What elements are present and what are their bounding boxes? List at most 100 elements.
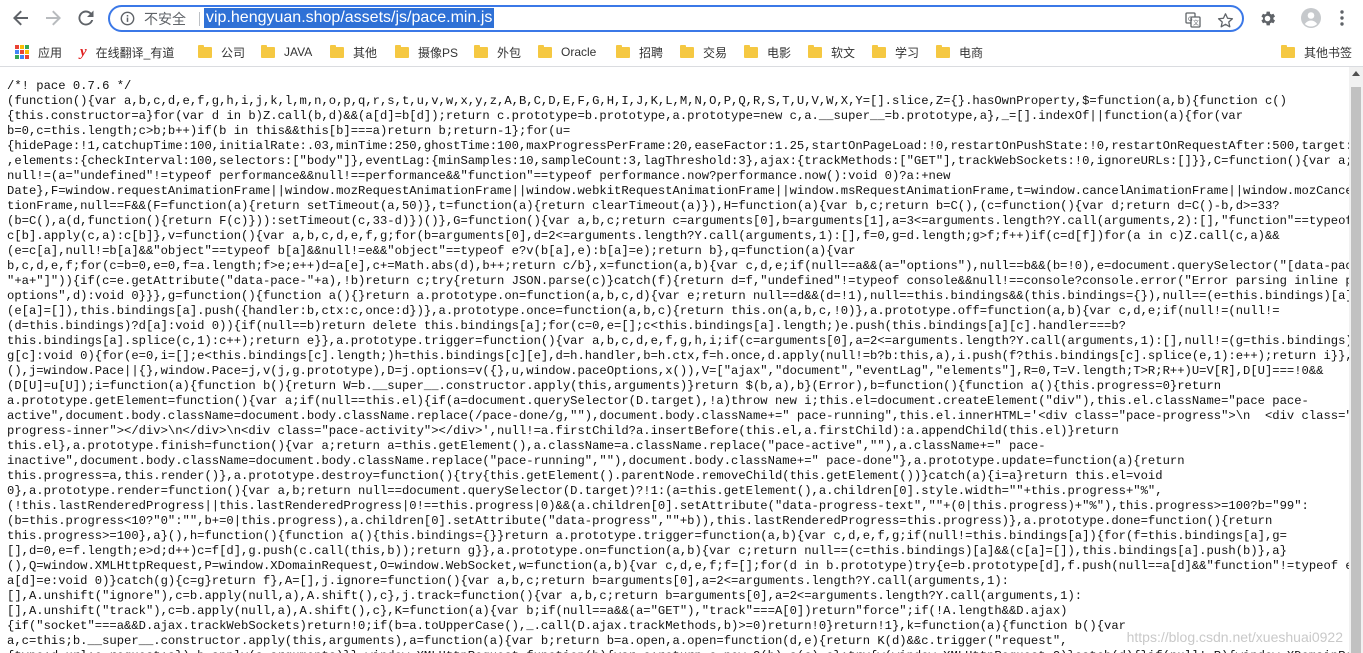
translate-icon[interactable]: G文 xyxy=(1184,11,1202,29)
bookmark-folder-other[interactable]: 其他 xyxy=(330,43,377,61)
bookmark-folder-outsource[interactable]: 外包 xyxy=(474,43,521,61)
bookmark-label: 其他 xyxy=(353,45,378,60)
code-line: b=0,c=this.length;c>b;b++)if(b in this&&… xyxy=(7,124,571,138)
bookmark-folder-ecommerce[interactable]: 电商 xyxy=(936,43,983,61)
bookmark-label: 摄像PS xyxy=(418,45,459,60)
code-line: /*! pace 0.7.6 */ xyxy=(7,79,132,93)
apps-grid-icon xyxy=(15,45,29,59)
folder-icon xyxy=(744,44,758,58)
forward-button[interactable] xyxy=(41,6,65,30)
folder-icon xyxy=(1281,44,1295,58)
code-line: (!this.lastRenderedProgress||this.lastRe… xyxy=(7,499,1309,513)
code-line: this.progress>=100},a}(),h=function(){fu… xyxy=(7,529,1287,543)
bookmark-star-icon[interactable] xyxy=(1216,11,1234,29)
code-line: (d=this.bindings)?d[a]:void 0)){if(null=… xyxy=(7,319,1126,333)
code-line: {this.constructor=a}for(var d in b)Z.cal… xyxy=(7,109,1244,123)
arrow-right-icon xyxy=(46,10,61,26)
code-line: {type:d,url:e,request:a}),b.apply(a,argu… xyxy=(7,649,1349,653)
address-bar[interactable]: 不安全 vip.hengyuan.shop/assets/js/pace.min… xyxy=(108,5,1244,32)
code-line: Date},F=window.requestAnimationFrame||wi… xyxy=(7,184,1349,198)
bookmark-folder-company[interactable]: 公司 xyxy=(198,43,245,61)
security-status-label[interactable]: 不安全 xyxy=(144,11,186,27)
code-line: {hidePage:!1,catchupTime:100,initialRate… xyxy=(7,139,1349,153)
code-line: this.el},a.prototype.finish=function(){v… xyxy=(7,439,1046,453)
code-line: null!=(a="undefined"!=typeof performance… xyxy=(7,169,951,183)
code-line: this.bindings[a].splice(c,1):c++);return… xyxy=(7,334,1349,348)
bookmark-apps[interactable]: 应用 xyxy=(15,43,62,61)
folder-icon xyxy=(330,44,344,58)
vertical-scrollbar[interactable] xyxy=(1349,67,1363,653)
back-button[interactable] xyxy=(9,6,33,30)
scroll-up-arrow-icon[interactable] xyxy=(1352,71,1360,76)
code-line: (e=c[a],null!=b[a]&&"object"==typeof b[a… xyxy=(7,244,856,258)
bookmark-label: 交易 xyxy=(703,45,728,60)
bookmark-folder-jobs[interactable]: 招聘 xyxy=(616,43,663,61)
bookmark-folder-oracle[interactable]: Oracle xyxy=(538,43,596,61)
code-line: active",document.body.className=document… xyxy=(7,409,1349,423)
code-line: inactive",document.body.className=docume… xyxy=(7,454,1185,468)
folder-icon xyxy=(395,44,409,58)
folder-icon xyxy=(616,44,630,58)
code-line: this.progress=a,this.render()},a.prototy… xyxy=(7,469,1163,483)
bookmark-folder-articles[interactable]: 软文 xyxy=(808,43,855,61)
more-vertical-icon xyxy=(1340,10,1344,26)
avatar-icon xyxy=(1301,8,1321,28)
arrow-left-icon xyxy=(13,10,28,26)
code-line: {if("socket"===a&&D.ajax.trackWebSockets… xyxy=(7,619,1126,633)
code-line: a,c=this;b.__super__.constructor.apply(t… xyxy=(7,634,1068,648)
code-line: 0},a.prototype.render=function(){var a,b… xyxy=(7,484,1163,498)
bookmark-folder-trade[interactable]: 交易 xyxy=(680,43,727,61)
folder-icon xyxy=(808,44,822,58)
gear-icon xyxy=(1260,11,1275,25)
other-bookmarks[interactable]: 其他书签 xyxy=(1281,43,1352,61)
svg-text:文: 文 xyxy=(1193,19,1199,27)
info-icon[interactable] xyxy=(120,11,135,26)
browser-toolbar: 不安全 vip.hengyuan.shop/assets/js/pace.min… xyxy=(0,0,1363,38)
folder-icon xyxy=(261,44,275,58)
bookmarks-bar: 应用 y 在线翻译_有道 公司 JAVA 其他 摄像PS 外包 Oracle 招… xyxy=(0,37,1363,67)
code-line: (),j=window.Pace||{},window.Pace=j,v(j,g… xyxy=(7,364,1324,378)
reload-icon xyxy=(78,10,94,26)
bookmark-label: 应用 xyxy=(38,45,63,60)
folder-icon xyxy=(680,44,694,58)
bookmark-folder-photo[interactable]: 摄像PS xyxy=(395,43,458,61)
url-text[interactable]: vip.hengyuan.shop/assets/js/pace.min.js xyxy=(204,8,495,28)
code-line: a[d]=e:void 0)}catch(g){c=g}return f},A=… xyxy=(7,574,1009,588)
code-line: [],A.unshift("track"),c=b.apply(null,a),… xyxy=(7,604,1068,618)
bookmark-folder-java[interactable]: JAVA xyxy=(261,43,312,61)
code-line: b,c,d,e,f;for(c=b=0,e=0,f=a.length;f>e;e… xyxy=(7,259,1349,273)
code-line: [],A.unshift("ignore"),c=b.apply(null,a)… xyxy=(7,589,1083,603)
reload-button[interactable] xyxy=(74,6,98,30)
menu-button[interactable] xyxy=(1332,8,1352,28)
code-line: (function(){var a,b,c,d,e,f,g,h,i,j,k,l,… xyxy=(7,94,1287,108)
scrollbar-thumb[interactable] xyxy=(1351,87,1361,653)
bookmark-folder-study[interactable]: 学习 xyxy=(872,43,919,61)
folder-icon xyxy=(872,44,886,58)
source-code: /*! pace 0.7.6 */ (function(){var a,b,c,… xyxy=(7,79,1349,653)
folder-icon xyxy=(198,44,212,58)
code-line: (),Q=window.XMLHttpRequest,P=window.XDom… xyxy=(7,559,1349,573)
folder-icon xyxy=(474,44,488,58)
bookmark-label: 在线翻译_有道 xyxy=(95,45,175,60)
code-line: g[c]:void 0){for(e=0,i=[];e<this.binding… xyxy=(7,349,1349,363)
youdao-logo-icon: y xyxy=(80,43,87,60)
extension-button[interactable] xyxy=(1257,8,1277,28)
code-line: progress-inner"></div>\n</div>\n<div cla… xyxy=(7,424,1119,438)
omnibox-divider xyxy=(199,12,200,26)
code-line: tionFrame,null==F&&(F=function(a){return… xyxy=(7,199,1280,213)
bookmark-youdao[interactable]: y 在线翻译_有道 xyxy=(80,43,174,61)
bookmark-label: 公司 xyxy=(221,45,246,60)
bookmark-label: 外包 xyxy=(497,45,522,60)
code-line: (b=C(),a(d,function(){return F(c)})):set… xyxy=(7,214,1349,228)
bookmark-label: 电商 xyxy=(959,45,984,60)
code-line: options",d):void 0}}},g=function(){funct… xyxy=(7,289,1349,303)
code-line: "+a+"]")){if(c=e.getAttribute("data-pace… xyxy=(7,274,1349,288)
profile-button[interactable] xyxy=(1301,8,1321,28)
code-line: [],d=0,e=f.length;e>d;d++)c=f[d],g.push(… xyxy=(7,544,1287,558)
code-line: (e[a]=[]),this.bindings[a].push({handler… xyxy=(7,304,1280,318)
bookmark-folder-movies[interactable]: 电影 xyxy=(744,43,791,61)
folder-icon xyxy=(936,44,950,58)
code-line: c[b].apply(c,a):c[b]},v=function(){var a… xyxy=(7,229,1280,243)
code-line: (D[U]=u[U]);i=function(a){function b(){r… xyxy=(7,379,1222,393)
folder-icon xyxy=(538,44,552,58)
